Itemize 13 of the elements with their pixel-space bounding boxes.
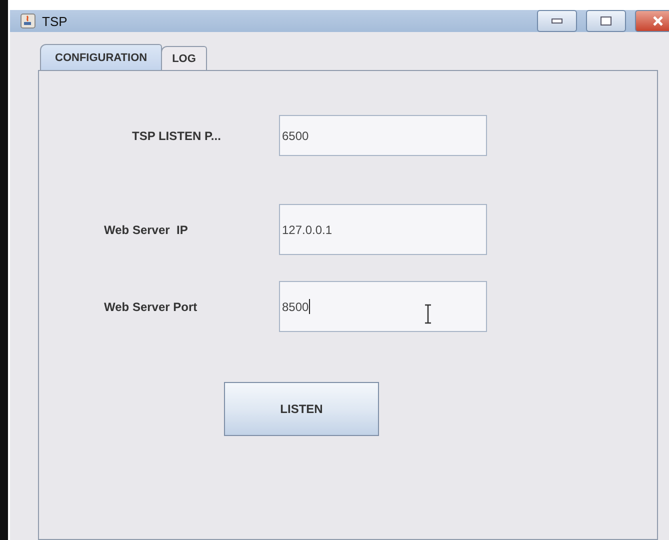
field-label: Web Server Port — [104, 300, 198, 314]
field-label: Web Server IP — [104, 222, 188, 236]
tab[interactable]: CONFIGURATION — [40, 44, 162, 70]
field-value: 8500 — [282, 300, 309, 314]
field-value: 127.0.0.1 — [282, 222, 332, 236]
field-value: 6500 — [282, 128, 309, 142]
window-title: TSP — [42, 14, 68, 28]
input-field[interactable]: 127.0.0.1 — [279, 204, 487, 255]
input-field[interactable]: 6500 — [279, 115, 487, 156]
tab[interactable]: LOG — [161, 46, 207, 70]
listen-button[interactable]: LISTEN — [224, 382, 379, 436]
field-label: TSP LISTEN P... — [132, 128, 221, 142]
input-field[interactable]: 8500 — [279, 281, 487, 332]
